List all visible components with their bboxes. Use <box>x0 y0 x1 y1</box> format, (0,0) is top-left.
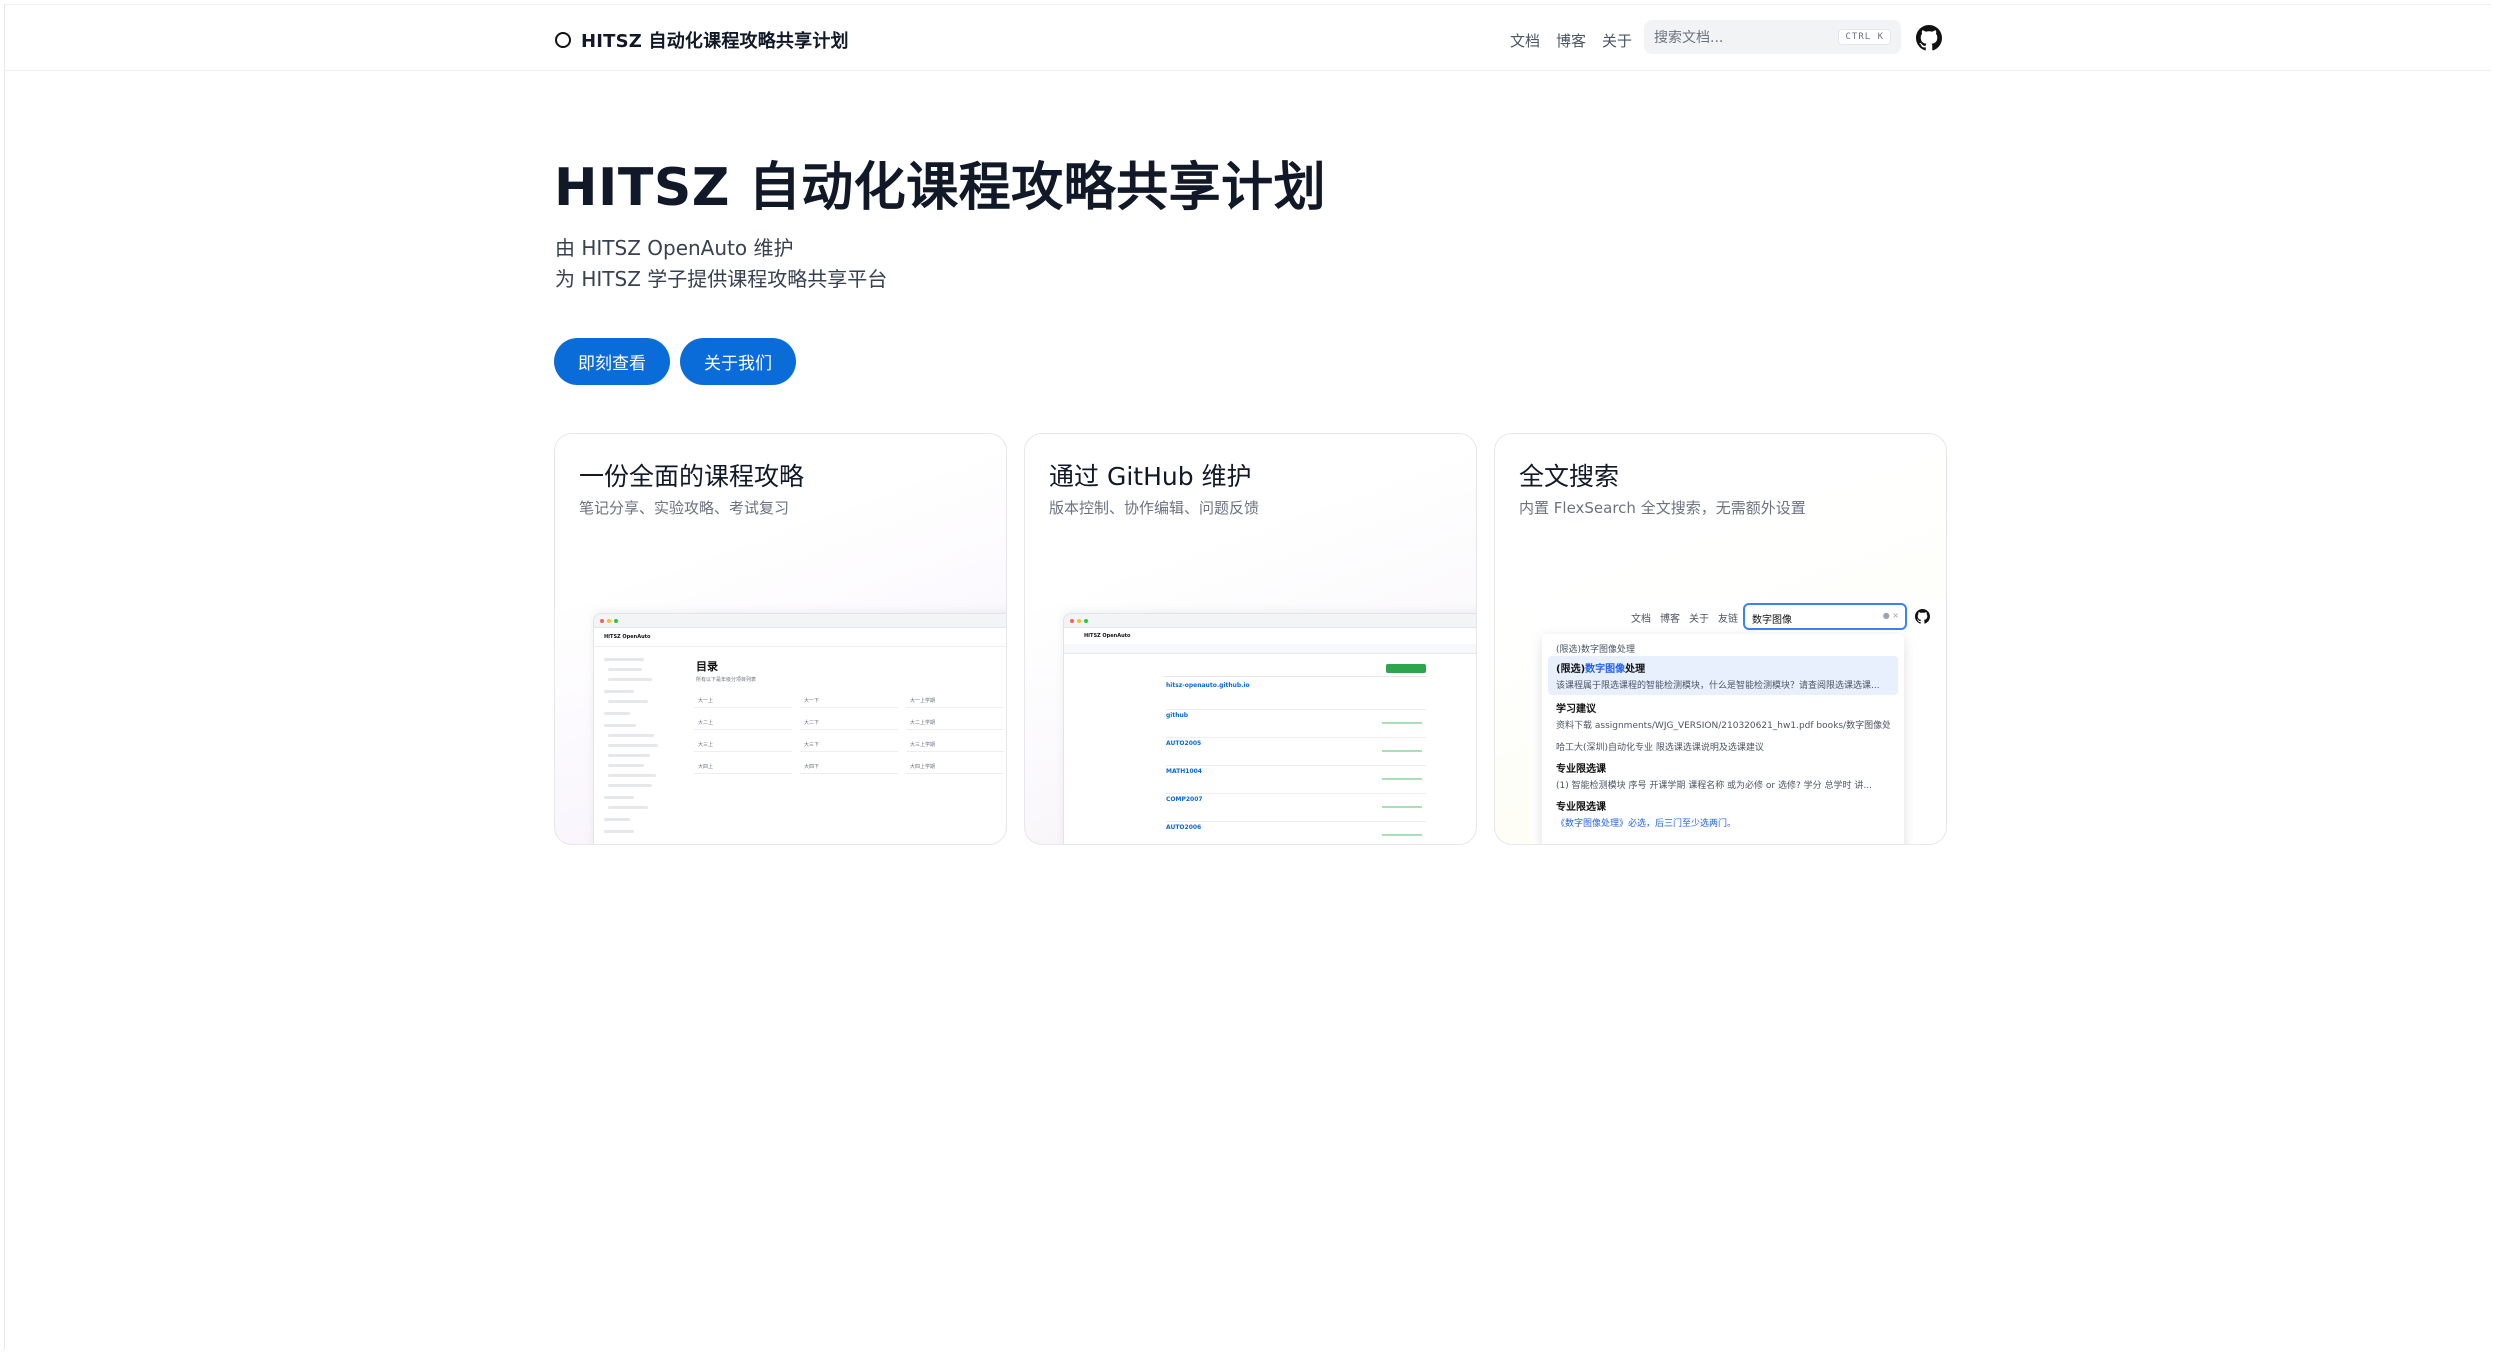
repo-name: AUTO2005 <box>1166 740 1202 747</box>
nav-link-docs[interactable]: 文档 <box>1510 30 1540 51</box>
shot-site-name: HITSZ OpenAuto <box>604 634 651 640</box>
grid-item: 大一下 <box>800 694 898 708</box>
grid-item: 大三下 <box>800 738 898 752</box>
result-snippet: 《数字图像处理》必选，后三门至少选两门。 <box>1556 819 1737 829</box>
grid-item: 大三上学期 <box>906 738 1004 752</box>
shot-divider <box>594 646 1006 647</box>
github-icon <box>1915 609 1930 624</box>
repo-row: MATH1004 <box>1166 766 1426 794</box>
window-maximize-dot <box>1084 618 1088 623</box>
repo-name: hitsz-openauto.github.io <box>1166 682 1250 689</box>
hero-subtitle-line2: 为 HITSZ 学子提供课程攻略共享平台 <box>555 267 888 291</box>
window-close-dot <box>1070 618 1074 623</box>
shot-page-hint: 所有以下是年级分项目列表 <box>696 677 757 683</box>
repo-name: COMP2007 <box>1166 796 1203 803</box>
feature-card-search[interactable]: 全文搜索 内置 FlexSearch 全文搜索，无需额外设置 文档 博客 关于 … <box>1494 433 1947 845</box>
repo-row: COMP2007 <box>1166 794 1426 822</box>
search-shortcut-badge: CTRL K <box>1838 29 1891 45</box>
view-now-button[interactable]: 即刻查看 <box>554 338 670 385</box>
grid-item: 大四上 <box>694 760 792 774</box>
search-demo-input: 数字图像 ● × <box>1743 603 1907 630</box>
window-maximize-dot <box>614 618 618 623</box>
result-title: 专业限选课 <box>1556 802 1606 813</box>
feature-card-guides[interactable]: 一份全面的课程攻略 笔记分享、实验攻略、考试复习 HITSZ OpenAuto <box>554 433 1007 845</box>
result-title: 学习建议 <box>1556 704 1596 715</box>
window-minimize-dot <box>1077 618 1081 623</box>
search-input[interactable]: 搜索文档... CTRL K <box>1644 20 1901 54</box>
window-minimize-dot <box>607 618 611 623</box>
result-snippet: 该课程属于限选课程的智能检测模块，什么是智能检测模块？请查阅限选课选课... <box>1556 681 1880 691</box>
card-title: 通过 GitHub 维护 <box>1049 462 1252 491</box>
search-demo-query: 数字图像 <box>1752 615 1792 626</box>
repo-name: MATH1004 <box>1166 768 1202 775</box>
repo-row: github <box>1166 710 1426 738</box>
shot-semester-grid: 大一上 大一下 大一上学期 大二上 大二下 大二上学期 大三上 大三下 大三上学… <box>694 694 1004 774</box>
shot-repo-list: hitsz-openauto.github.io github AUTO2005… <box>1166 682 1426 844</box>
browser-bar <box>1064 614 1476 628</box>
browser-bar <box>594 614 1006 628</box>
search-placeholder: 搜索文档... <box>1654 30 1724 46</box>
repo-name: github <box>1166 712 1189 719</box>
grid-item: 大二上学期 <box>906 716 1004 730</box>
hero-title: HITSZ 自动化课程攻略共享计划 <box>554 158 1327 218</box>
brand-title: HITSZ 自动化课程攻略共享计划 <box>581 31 849 52</box>
nav-link-blog[interactable]: 博客 <box>1556 30 1586 51</box>
card-description: 笔记分享、实验攻略、考试复习 <box>579 499 790 517</box>
shot-org-tabs <box>1064 644 1476 654</box>
hero-buttons: 即刻查看 关于我们 <box>554 338 796 385</box>
result-group-title: (限选)数字图像处理 <box>1556 645 1636 655</box>
navbar: HITSZ 自动化课程攻略共享计划 文档 博客 关于 搜索文档... CTRL … <box>5 5 2491 71</box>
repo-name: AUTO2006 <box>1166 824 1202 831</box>
demo-nav-link: 友链 <box>1718 614 1738 625</box>
result-group-title: 哈工大(深圳)自动化专业 限选课选课说明及选课建议 <box>1556 743 1764 753</box>
search-result-item: 学习建议 资料下载 assignments/WJG_VERSION/210320… <box>1548 696 1898 735</box>
result-snippet: 资料下载 assignments/WJG_VERSION/210320621_h… <box>1556 721 1890 731</box>
result-title: 专业限选课 <box>1556 764 1606 775</box>
result-snippet: (1) 智能检测模块 序号 开课学期 课程名称 或为必修 or 选修? 学分 总… <box>1556 781 1872 791</box>
docs-screenshot-preview: HITSZ OpenAuto 目录 所有以下是年级分项目列表 大一上 大一下 大… <box>593 613 1006 844</box>
grid-item: 大一上 <box>694 694 792 708</box>
search-result-item: 专业限选课 (1) 智能检测模块 序号 开课学期 课程名称 或为必修 or 选修… <box>1548 756 1898 795</box>
nav-links: 文档 博客 关于 <box>1510 30 1632 51</box>
grid-item: 大四上学期 <box>906 760 1004 774</box>
card-title: 一份全面的课程攻略 <box>579 462 805 491</box>
grid-item: 大二上 <box>694 716 792 730</box>
grid-item: 大二下 <box>800 716 898 730</box>
shot-divider <box>1164 676 1426 677</box>
demo-nav-link: 关于 <box>1689 614 1709 625</box>
about-us-button[interactable]: 关于我们 <box>680 338 796 385</box>
hero-subtitle: 由 HITSZ OpenAuto 维护 为 HITSZ 学子提供课程攻略共享平台 <box>555 233 887 295</box>
nav-link-about[interactable]: 关于 <box>1602 30 1632 51</box>
grid-item: 大三上 <box>694 738 792 752</box>
grid-item: 大一上学期 <box>906 694 1004 708</box>
card-title: 全文搜索 <box>1519 462 1620 491</box>
clear-icon: ● × <box>1882 611 1899 620</box>
card-description: 版本控制、协作编辑、问题反馈 <box>1049 499 1260 517</box>
grid-item: 大四下 <box>800 760 898 774</box>
window-close-dot <box>600 618 604 623</box>
feature-card-github[interactable]: 通过 GitHub 维护 版本控制、协作编辑、问题反馈 HITSZ OpenAu… <box>1024 433 1477 845</box>
brand-link[interactable]: HITSZ 自动化课程攻略共享计划 <box>555 27 849 53</box>
shot-org-name: HITSZ OpenAuto <box>1084 633 1131 639</box>
card-description: 内置 FlexSearch 全文搜索，无需额外设置 <box>1519 499 1806 517</box>
hero-subtitle-line1: 由 HITSZ OpenAuto 维护 <box>555 236 794 260</box>
shot-new-repo-button <box>1386 664 1426 673</box>
search-results-panel: (限选)数字图像处理 (限选)数字图像处理 该课程属于限选课程的智能检测模块，什… <box>1542 634 1904 844</box>
search-result-item: 专业限选课 《数字图像处理》必选，后三门至少选两门。 <box>1548 794 1898 833</box>
search-demo-nav: 文档 博客 关于 友链 <box>1631 610 1738 625</box>
github-screenshot-preview: HITSZ OpenAuto hitsz-openauto.github.io … <box>1063 613 1476 844</box>
search-result-item: (限选)数字图像处理 该课程属于限选课程的智能检测模块，什么是智能检测模块？请查… <box>1548 656 1898 695</box>
repo-row: AUTO2005 <box>1166 738 1426 766</box>
github-icon[interactable] <box>1916 25 1942 51</box>
result-title: (限选)数字图像处理 <box>1556 664 1646 675</box>
repo-row: hitsz-openauto.github.io <box>1166 682 1426 710</box>
page-frame: HITSZ 自动化课程攻略共享计划 文档 博客 关于 搜索文档... CTRL … <box>4 4 2491 1350</box>
demo-nav-link: 博客 <box>1660 614 1680 625</box>
demo-nav-link: 文档 <box>1631 614 1651 625</box>
logo-circle-icon <box>555 32 571 48</box>
shot-page-title: 目录 <box>696 660 718 673</box>
